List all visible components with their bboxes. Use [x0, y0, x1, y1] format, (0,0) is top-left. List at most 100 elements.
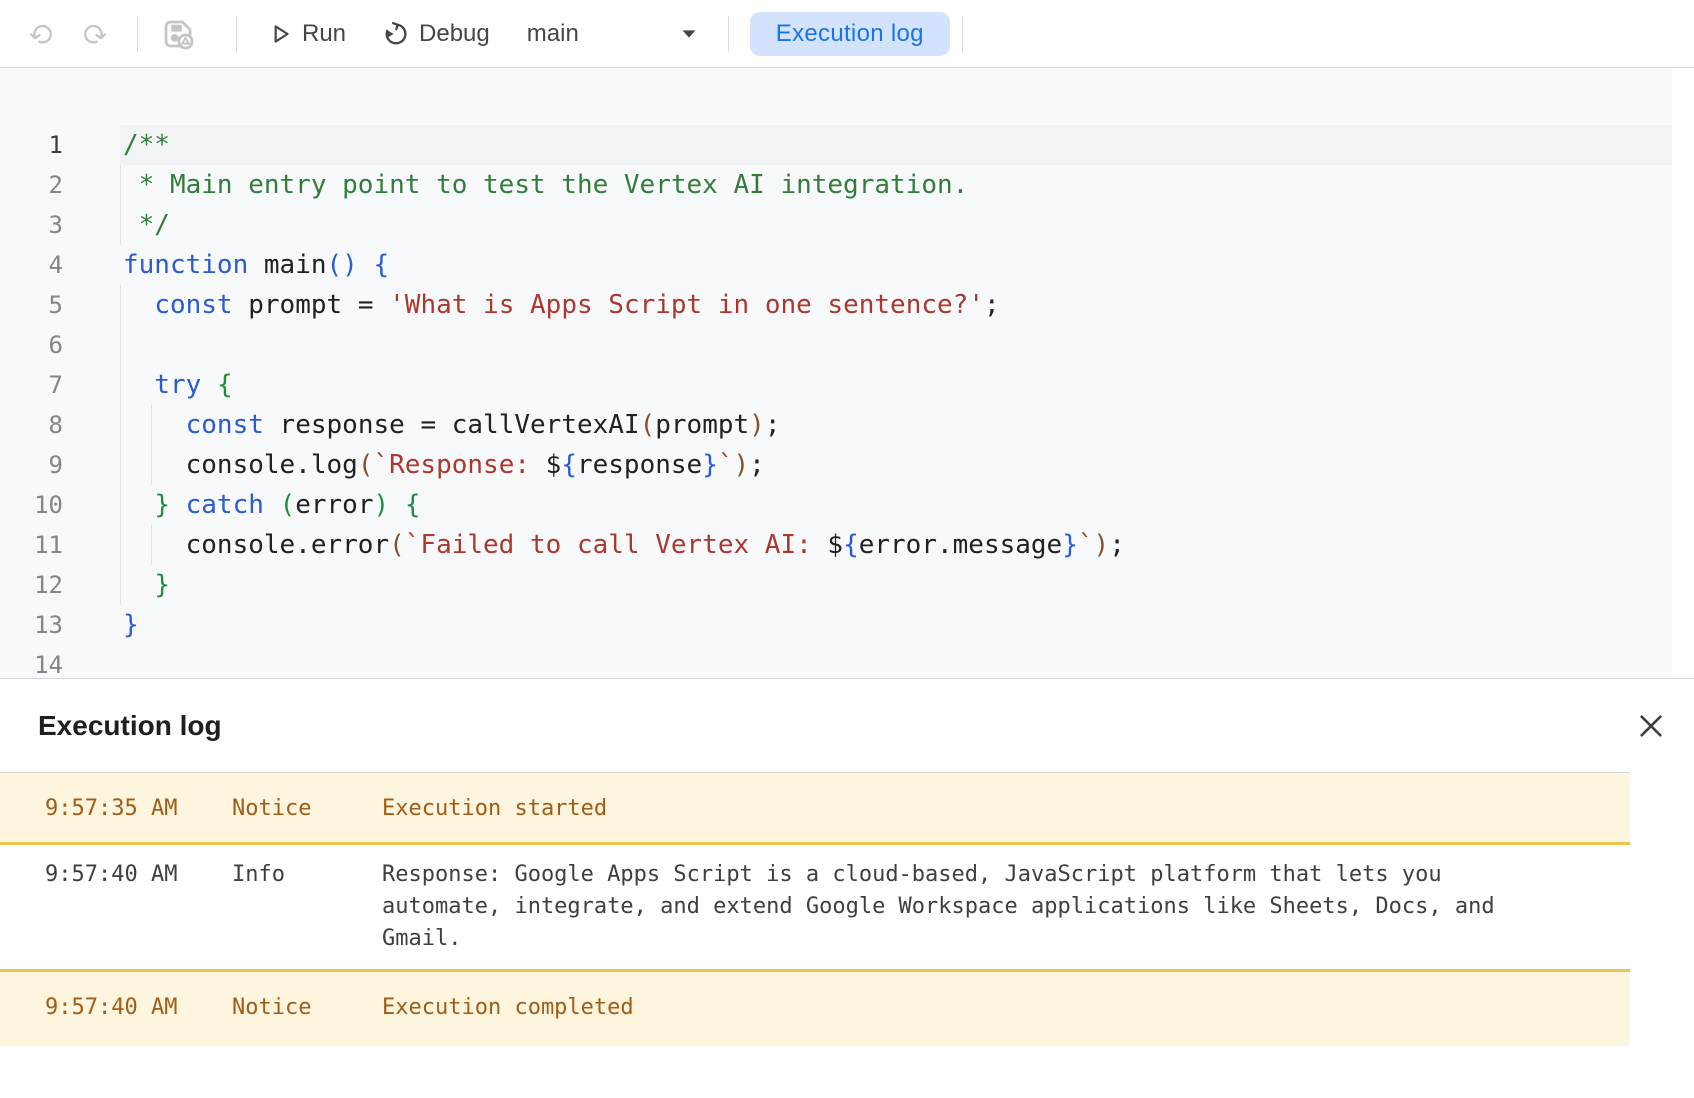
- log-row: 9:57:40 AMNoticeExecution completed: [0, 972, 1630, 1046]
- gutter-gap: [63, 285, 120, 325]
- code-editor[interactable]: 1/**2 * Main entry point to test the Ver…: [0, 68, 1694, 678]
- code-token: function: [123, 250, 248, 280]
- code-token: response = callVertexAI: [264, 410, 640, 440]
- line-number: 13: [0, 605, 63, 645]
- code-token: prompt =: [233, 290, 390, 320]
- indent-guide: [151, 405, 152, 445]
- code-line[interactable]: 8 const response = callVertexAI(prompt);: [0, 405, 1672, 445]
- gutter-gap: [63, 165, 120, 205]
- code-line-content[interactable]: } catch (error) {: [120, 485, 1672, 525]
- code-line-content[interactable]: const response = callVertexAI(prompt);: [120, 405, 1672, 445]
- code-token: {: [217, 370, 233, 400]
- code-line[interactable]: 9 console.log(`Response: ${response}`);: [0, 445, 1672, 485]
- code-token: `: [718, 450, 734, 480]
- code-line[interactable]: 7 try {: [0, 365, 1672, 405]
- code-line[interactable]: 3 */: [0, 205, 1672, 245]
- run-label: Run: [302, 20, 346, 48]
- code-token: [123, 370, 154, 400]
- code-token: (: [640, 410, 656, 440]
- code-token: }: [1062, 530, 1078, 560]
- gutter-gap: [63, 365, 120, 405]
- code-token: try: [154, 370, 201, 400]
- line-number: 11: [0, 525, 63, 565]
- save-project-button[interactable]: [159, 15, 197, 53]
- code-line[interactable]: 1/**: [0, 125, 1672, 165]
- log-timestamp: 9:57:40 AM: [45, 992, 232, 1024]
- execution-log-header: Execution log: [0, 679, 1694, 772]
- indent-guide: [120, 325, 121, 365]
- log-message: Execution completed: [382, 992, 634, 1024]
- code-line-content[interactable]: }: [120, 565, 1672, 605]
- indent-guide: [120, 445, 121, 485]
- line-number: 14: [0, 645, 63, 678]
- indent-guide: [120, 165, 121, 205]
- log-message: Execution started: [382, 793, 607, 825]
- code-token: ;: [765, 410, 781, 440]
- line-number: 9: [0, 445, 63, 485]
- code-line-content[interactable]: [120, 645, 1672, 678]
- log-row: 9:57:35 AMNoticeExecution started: [0, 773, 1630, 845]
- undo-icon: [28, 20, 56, 48]
- redo-button[interactable]: [79, 19, 109, 49]
- gutter-gap: [63, 605, 120, 645]
- code-line[interactable]: 5 const prompt = 'What is Apps Script in…: [0, 285, 1672, 325]
- indent-guide: [120, 525, 121, 565]
- code-line-content[interactable]: console.log(`Response: ${response}`);: [120, 445, 1672, 485]
- code-line-content[interactable]: }: [120, 605, 1672, 645]
- gutter-gap: [63, 485, 120, 525]
- code-token: `: [1078, 530, 1094, 560]
- indent-guide: [151, 525, 152, 565]
- code-token: (: [389, 530, 405, 560]
- execution-log-button-label: Execution log: [776, 20, 924, 48]
- code-line[interactable]: 11 console.error(`Failed to call Vertex …: [0, 525, 1672, 565]
- close-execution-log-button[interactable]: [1634, 709, 1668, 743]
- code-line[interactable]: 12 }: [0, 565, 1672, 605]
- code-token: (: [280, 490, 296, 520]
- indent-guide: [120, 485, 121, 525]
- chevron-down-icon: [678, 23, 700, 45]
- debug-button[interactable]: Debug: [382, 20, 490, 48]
- line-number: 10: [0, 485, 63, 525]
- code-token: [123, 410, 186, 440]
- run-icon: [267, 21, 293, 47]
- code-line[interactable]: 2 * Main entry point to test the Vertex …: [0, 165, 1672, 205]
- toolbar: Run Debug main Execution log: [0, 0, 1694, 68]
- run-button[interactable]: Run: [267, 20, 346, 48]
- code-token: (: [358, 450, 374, 480]
- code-token: response: [577, 450, 702, 480]
- code-line[interactable]: 14: [0, 645, 1672, 678]
- code-token: console.log: [123, 450, 358, 480]
- gutter-gap: [63, 405, 120, 445]
- code-line[interactable]: 4 function main() {: [0, 245, 1672, 285]
- code-token: }: [154, 490, 170, 520]
- code-line-content[interactable]: */: [120, 205, 1672, 245]
- redo-icon: [80, 20, 108, 48]
- function-selector[interactable]: main: [518, 12, 714, 56]
- code-line-content[interactable]: * Main entry point to test the Vertex AI…: [120, 165, 1672, 205]
- code-line-content[interactable]: try {: [120, 365, 1672, 405]
- code-token: {: [843, 530, 859, 560]
- code-line[interactable]: 6: [0, 325, 1672, 365]
- code-token: `Failed to call Vertex AI:: [405, 530, 828, 560]
- code-line-content[interactable]: const prompt = 'What is Apps Script in o…: [120, 285, 1672, 325]
- gutter-gap: [63, 645, 120, 678]
- log-timestamp: 9:57:35 AM: [45, 793, 232, 825]
- code-line[interactable]: 10 } catch (error) {: [0, 485, 1672, 525]
- code-token: [170, 490, 186, 520]
- code-token: [358, 250, 374, 280]
- code-line-content[interactable]: [120, 325, 1672, 365]
- line-number: 4: [0, 245, 63, 285]
- line-number: 7: [0, 365, 63, 405]
- code-line-content[interactable]: function main() {: [120, 245, 1672, 285]
- indent-guide: [120, 205, 121, 245]
- close-icon: [1637, 712, 1665, 740]
- code-token: `Response:: [373, 450, 545, 480]
- code-line[interactable]: 13}: [0, 605, 1672, 645]
- code-token: * Main entry point to test the Vertex AI…: [123, 170, 968, 200]
- undo-button[interactable]: [27, 19, 57, 49]
- execution-log-button[interactable]: Execution log: [750, 12, 950, 56]
- code-line-content[interactable]: console.error(`Failed to call Vertex AI:…: [120, 525, 1672, 565]
- code-line-content[interactable]: /**: [120, 125, 1672, 165]
- gutter-gap: [63, 445, 120, 485]
- code-token: [123, 490, 154, 520]
